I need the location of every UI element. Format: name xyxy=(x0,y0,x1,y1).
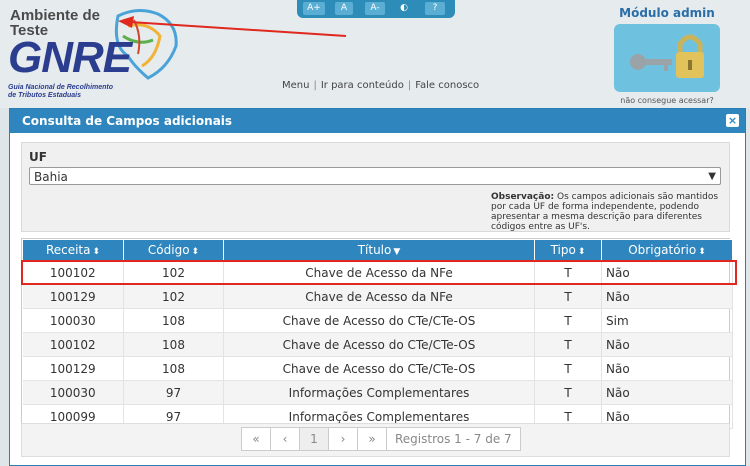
nav-content-link[interactable]: Ir para conteúdo xyxy=(321,80,404,91)
close-icon[interactable]: × xyxy=(726,114,739,127)
nav-menu-link[interactable]: Menu xyxy=(282,80,309,91)
cell-receita: 100129 xyxy=(22,284,124,309)
cell-tipo: T xyxy=(534,356,602,381)
nav-separator: | xyxy=(313,80,317,91)
gnre-logo[interactable]: Ambiente de Teste GNRE Guia Nacional de … xyxy=(6,4,206,104)
sort-icon: ⬍ xyxy=(191,247,200,257)
uf-selected-value: Bahia xyxy=(34,170,68,184)
current-page[interactable]: 1 xyxy=(300,428,329,450)
site-header: Ambiente de Teste GNRE Guia Nacional de … xyxy=(0,0,750,108)
contrast-icon[interactable]: ◐ xyxy=(397,2,411,15)
cell-codigo: 108 xyxy=(123,356,224,381)
last-page-button[interactable]: » xyxy=(358,428,387,450)
table-row[interactable]: 100102 102 Chave de Acesso da NFe T Não xyxy=(22,260,733,285)
logo-subtitle: Guia Nacional de Recolhimento de Tributo… xyxy=(8,84,114,99)
cell-tipo: T xyxy=(534,332,602,357)
prev-page-button[interactable]: ‹ xyxy=(271,428,300,450)
nav-contact-link[interactable]: Fale conosco xyxy=(415,80,479,91)
font-reset-button[interactable]: A xyxy=(335,2,353,15)
sort-icon: ⬍ xyxy=(698,247,706,257)
admin-login-button[interactable] xyxy=(614,24,720,92)
uf-label: UF xyxy=(29,150,47,164)
cell-titulo: Chave de Acesso do CTe/CTe-OS xyxy=(223,308,535,333)
admin-module: Módulo admin não consegue acessar? xyxy=(612,6,722,105)
column-header-titulo[interactable]: Título ▼ xyxy=(223,239,535,261)
table-row[interactable]: 100129 108 Chave de Acesso do CTe/CTe-OS T N… xyxy=(22,356,733,381)
cell-titulo: Chave de Acesso da NFe xyxy=(223,284,535,309)
cell-receita: 100102 xyxy=(22,260,124,285)
cell-tipo: T xyxy=(534,308,602,333)
cell-obrigatorio: Sim xyxy=(601,308,733,333)
cell-receita: 100030 xyxy=(22,380,124,405)
cell-titulo: Informações Complementares xyxy=(223,380,535,405)
table-row[interactable]: 100129 102 Chave de Acesso da NFe T Não xyxy=(22,284,733,309)
observation-label: Observação: xyxy=(491,192,555,202)
column-header-codigo[interactable]: Código ⬍ xyxy=(123,239,224,261)
uf-select[interactable]: Bahia ▼ xyxy=(29,167,721,185)
cell-tipo: T xyxy=(534,260,602,285)
help-button[interactable]: ? xyxy=(425,2,445,15)
cell-obrigatorio: Não xyxy=(601,332,733,357)
results-grid: Receita ⬍ Código ⬍ Título ▼ Tipo ⬍ Obrigatór… xyxy=(21,238,733,429)
table-row[interactable]: 100030 108 Chave de Acesso do CTe/CTe-OS T S… xyxy=(22,308,733,333)
chevron-down-icon: ▼ xyxy=(708,171,716,182)
cell-tipo: T xyxy=(534,284,602,309)
logo-wordmark: GNRE xyxy=(8,33,132,82)
accessibility-bar: A+ A A- ◐ ? xyxy=(297,0,455,18)
key-lock-icon xyxy=(630,34,704,78)
sort-icon: ⬍ xyxy=(92,247,101,257)
column-header-receita[interactable]: Receita ⬍ xyxy=(22,239,124,261)
admin-help-link[interactable]: não consegue acessar? xyxy=(612,96,722,105)
cell-receita: 100102 xyxy=(22,332,124,357)
cell-obrigatorio: Não xyxy=(601,284,733,309)
column-header-tipo[interactable]: Tipo ⬍ xyxy=(534,239,602,261)
nav-separator: | xyxy=(407,80,412,91)
cell-codigo: 108 xyxy=(123,308,224,333)
cell-obrigatorio: Não xyxy=(601,356,733,381)
cell-codigo: 102 xyxy=(123,284,224,309)
cell-receita: 100129 xyxy=(22,356,124,381)
cell-receita: 100030 xyxy=(22,308,124,333)
cell-obrigatorio: Não xyxy=(601,380,733,405)
cell-titulo: Chave de Acesso do CTe/CTe-OS xyxy=(223,332,535,357)
pager-area: « ‹ 1 › » Registros 1 - 7 de 7 xyxy=(21,423,730,457)
table-row[interactable]: 100102 108 Chave de Acesso do CTe/CTe-OS T N… xyxy=(22,332,733,357)
dialog-title: Consulta de Campos adicionais xyxy=(22,114,233,128)
records-info: Registros 1 - 7 de 7 xyxy=(395,432,512,446)
cell-codigo: 102 xyxy=(123,260,224,285)
cell-obrigatorio: Não xyxy=(601,260,733,285)
font-increase-button[interactable]: A+ xyxy=(303,2,325,15)
table-row[interactable]: 100030 97 Informações Complementares T Não xyxy=(22,380,733,405)
cell-titulo: Chave de Acesso da NFe xyxy=(223,260,535,285)
admin-title: Módulo admin xyxy=(619,6,715,20)
sort-desc-icon: ▼ xyxy=(393,247,401,257)
sort-icon: ⬍ xyxy=(577,247,586,257)
filter-panel: UF Bahia ▼ Observação: Os campos adicion… xyxy=(21,142,730,232)
dialog-header: Consulta de Campos adicionais × xyxy=(10,109,745,133)
results-table: Receita ⬍ Código ⬍ Título ▼ Tipo ⬍ Obrigatór… xyxy=(22,239,733,429)
font-decrease-button[interactable]: A- xyxy=(365,2,385,15)
cell-tipo: T xyxy=(534,380,602,405)
cell-titulo: Chave de Acesso do CTe/CTe-OS xyxy=(223,356,535,381)
next-page-button[interactable]: › xyxy=(329,428,358,450)
column-header-obrigatorio[interactable]: Obrigatório ⬍ xyxy=(601,239,733,261)
observation-note: Observação: Os campos adicionais são man… xyxy=(491,192,721,232)
cell-codigo: 108 xyxy=(123,332,224,357)
pagination: « ‹ 1 › » Registros 1 - 7 de 7 xyxy=(241,427,521,451)
first-page-button[interactable]: « xyxy=(242,428,271,450)
campos-adicionais-dialog: Consulta de Campos adicionais × UF Bahia… xyxy=(9,108,746,466)
cell-codigo: 97 xyxy=(123,380,224,405)
top-nav: Menu | Ir para conteúdo | Fale conosco xyxy=(282,80,479,91)
table-header-row: Receita ⬍ Código ⬍ Título ▼ Tipo ⬍ Obrigatór… xyxy=(22,239,733,261)
